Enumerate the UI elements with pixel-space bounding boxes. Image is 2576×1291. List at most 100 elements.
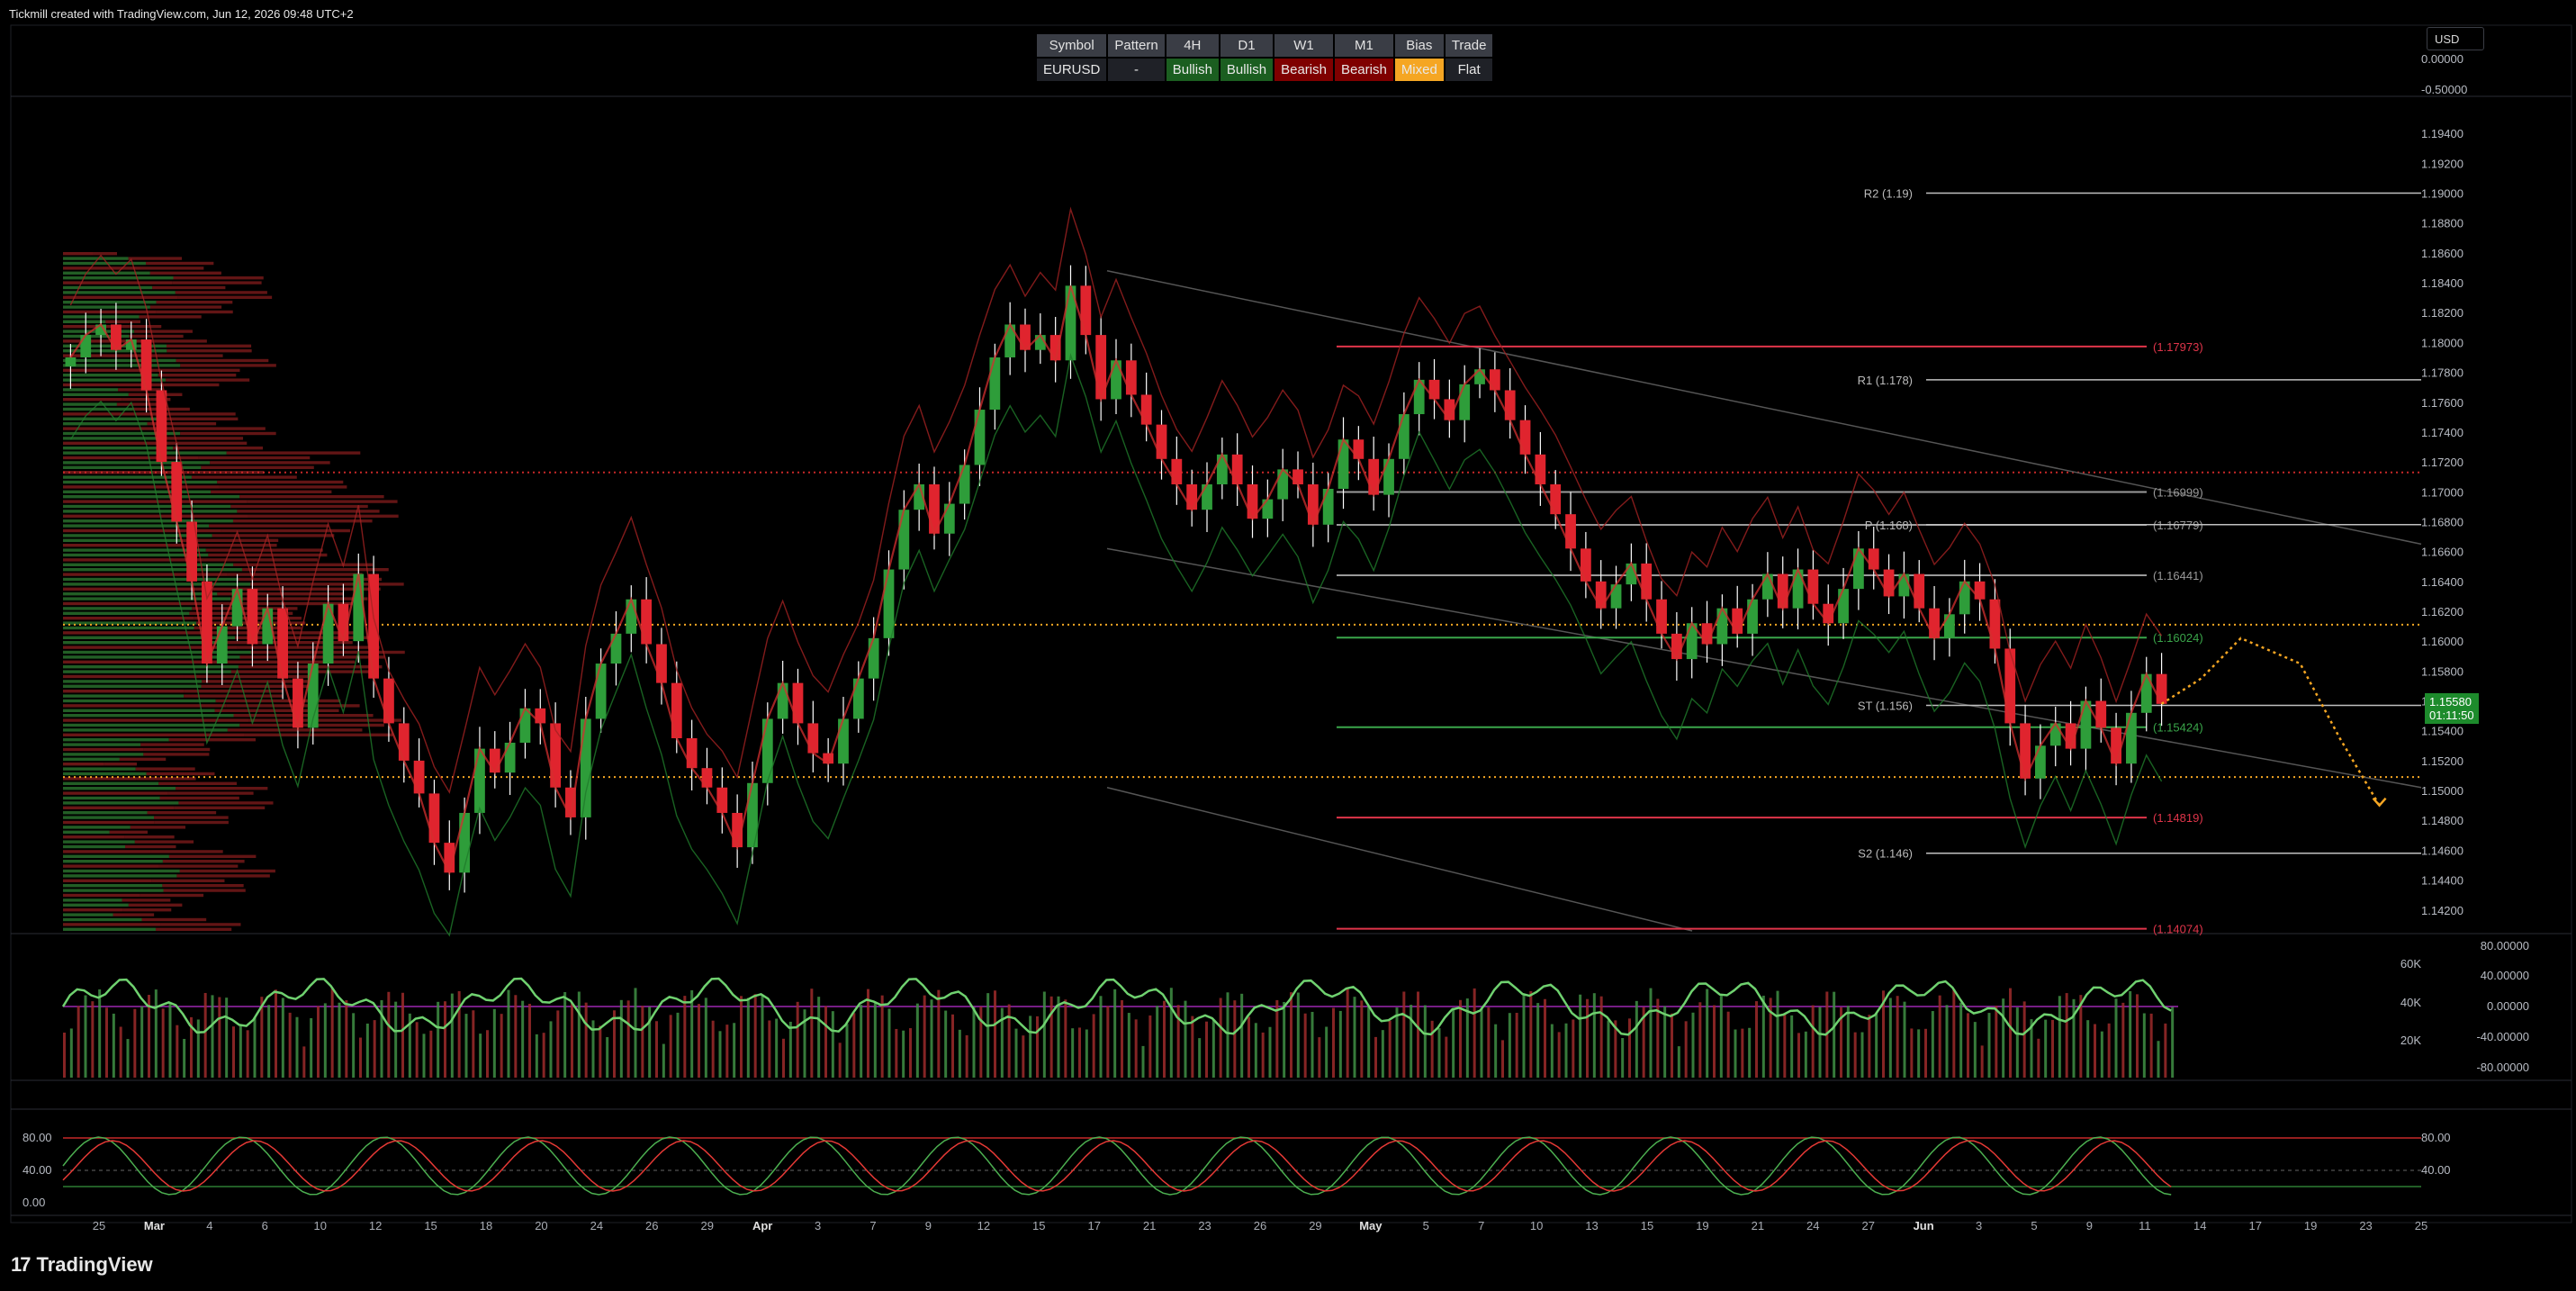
signal-header-cell: W1: [1274, 34, 1333, 57]
volume-bar: [1635, 1000, 1638, 1078]
x-tick-label: 13: [1585, 1219, 1598, 1232]
volume-bar: [860, 1005, 863, 1078]
volume-profile-bar: [162, 860, 245, 863]
volume-profile-bar: [63, 485, 220, 489]
volume-bar: [1042, 991, 1046, 1078]
volume-profile-bar: [162, 437, 244, 440]
x-tick-label: 7: [869, 1219, 876, 1232]
volume-profile-bar: [105, 320, 141, 323]
x-tick-label: 17: [1087, 1219, 1100, 1232]
candle-body: [1656, 599, 1667, 634]
stoch-axis-label-right: 40.00: [2421, 1163, 2451, 1177]
volume-bar: [2044, 1019, 2048, 1078]
volume-bar: [1085, 1029, 1088, 1078]
volume-profile-bar: [63, 801, 179, 805]
volume-bar: [98, 989, 102, 1078]
candle-body: [1398, 414, 1410, 459]
candle-body: [641, 599, 653, 645]
candle-body: [474, 748, 485, 813]
volume-bar: [310, 1017, 313, 1078]
volume-bar: [613, 1010, 616, 1078]
volume-profile-bar: [134, 330, 193, 333]
volume-profile-bar: [230, 670, 369, 673]
volume-profile-bar: [63, 806, 175, 809]
volume-profile-bar: [63, 577, 239, 582]
volume-bar: [373, 1020, 376, 1078]
currency-selector[interactable]: USD: [2427, 27, 2484, 50]
volume-profile-bar: [63, 772, 147, 776]
x-tick-label: 9: [925, 1219, 932, 1232]
volume-bar: [1628, 1018, 1631, 1078]
signal-value-cell: Flat: [1445, 59, 1493, 81]
volume-bar: [2094, 1024, 2096, 1078]
volume-bar: [718, 1031, 722, 1078]
pivot-label: P (1.168): [1865, 519, 1913, 532]
volume-bar: [1586, 998, 1589, 1078]
volume-bar: [810, 989, 814, 1078]
volume-profile-bar: [122, 898, 171, 902]
volume-profile-bar: [233, 563, 374, 566]
candle-body: [1807, 569, 1819, 604]
volume-bar: [788, 1021, 792, 1078]
volume-profile-bar: [63, 558, 203, 562]
volume-profile-bar: [211, 490, 332, 493]
volume-bar: [2114, 998, 2118, 1078]
signal-value-cell: Bearish: [1274, 59, 1333, 81]
volume-bar: [203, 992, 207, 1078]
x-tick-label: Mar: [144, 1219, 165, 1232]
volume-profile-bar: [63, 728, 228, 732]
candle-body: [1202, 483, 1212, 510]
volume-bar: [112, 1013, 115, 1078]
tradingview-brand[interactable]: 17 TradingView: [11, 1253, 153, 1277]
volume-profile-bar: [124, 835, 175, 839]
volume-profile-bar: [166, 344, 252, 348]
stoch-axis-label-left: 80.00: [23, 1131, 52, 1144]
candle-body: [883, 569, 895, 638]
volume-bar: [253, 1017, 257, 1078]
volume-bar: [1219, 998, 1222, 1078]
volume-profile-bar: [146, 261, 214, 266]
volume-bar: [196, 1019, 200, 1078]
volume-profile-bar: [63, 358, 176, 363]
candle-body: [1838, 589, 1849, 624]
chart-canvas[interactable]: 0.00000 -0.50000 1.19400 1.19200 1.19000 1.18…: [0, 0, 2576, 1291]
candle-body: [504, 742, 516, 773]
volume-bar: [979, 1007, 983, 1078]
volume-profile-bar: [63, 276, 174, 280]
volume-profile-bar: [63, 733, 245, 736]
volume-bar: [944, 1010, 948, 1078]
candle-body: [1747, 599, 1758, 634]
oscillator-axis-label: -40.00000: [2476, 1030, 2529, 1043]
x-tick-label: 4: [206, 1219, 212, 1232]
volume-bar: [1303, 1013, 1307, 1078]
volume-bar: [472, 1010, 475, 1078]
x-tick-label: 15: [1641, 1219, 1653, 1232]
volume-bar: [479, 1034, 482, 1078]
volume-bar: [1388, 1020, 1392, 1078]
candle-body: [1535, 454, 1546, 484]
volume-bar: [1522, 994, 1526, 1078]
volume-profile-bar: [63, 601, 223, 606]
signal-value-cell: Bullish: [1166, 59, 1219, 81]
x-tick-label: Jun: [1914, 1219, 1934, 1232]
volume-bar: [641, 1006, 644, 1078]
volume-bar: [1663, 1006, 1667, 1078]
volume-bar: [1967, 1013, 1969, 1078]
candle-body: [656, 644, 667, 683]
volume-bar: [2142, 1013, 2146, 1078]
volume-profile-bar: [63, 305, 150, 309]
x-tick-label: 15: [424, 1219, 437, 1232]
volume-profile-bar: [63, 704, 227, 708]
x-tick-label: 15: [1032, 1219, 1045, 1232]
volume-bar: [211, 995, 214, 1078]
candle-body: [80, 335, 92, 357]
x-tick-label: 29: [1309, 1219, 1321, 1232]
volume-profile-bar: [63, 787, 176, 790]
volume-profile-bar: [63, 301, 157, 304]
candle-body: [1868, 548, 1879, 570]
volume-profile-bar: [63, 621, 197, 625]
volume-bar: [1410, 1005, 1413, 1078]
last-price: 1.15580: [2429, 695, 2472, 709]
signal-header-cell: Trade: [1445, 34, 1493, 57]
volume-bar: [733, 1023, 736, 1078]
